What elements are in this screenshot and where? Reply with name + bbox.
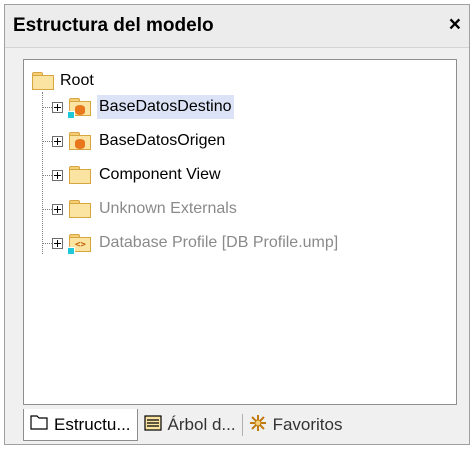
folder-icon [69, 200, 91, 218]
linked-code-folder-icon: <> [67, 234, 91, 255]
tree-item-unknown-externals[interactable]: Unknown Externals [42, 194, 239, 224]
folder-icon [69, 166, 91, 184]
tree-item-label: Component View [99, 166, 221, 183]
tree-item-basedatosdestino[interactable]: BaseDatosDestino [42, 92, 234, 122]
panel-title: Estructura del modelo [13, 15, 214, 36]
folder-icon [32, 72, 54, 90]
tree-item-label: BaseDatosDestino [97, 95, 234, 119]
tree-item-label: Unknown Externals [99, 200, 237, 217]
panel-tab-bar: Estructu... Árbol d... Favoritos [23, 409, 349, 441]
tab-estructura[interactable]: Estructu... [23, 409, 138, 441]
tab-label: Árbol d... [167, 415, 236, 434]
expand-icon[interactable] [52, 169, 63, 181]
expand-icon[interactable] [52, 237, 63, 249]
tree-item-database-profile[interactable]: <> Database Profile [DB Profile.ump] [42, 228, 340, 258]
folder-icon [30, 414, 48, 435]
tree-list-icon [143, 414, 162, 436]
expand-icon[interactable] [52, 203, 63, 215]
tab-label: Favoritos [272, 415, 343, 434]
tab-label: Estructu... [54, 414, 131, 434]
tab-favoritos[interactable]: Favoritos [243, 409, 349, 441]
panel-titlebar: Estructura del modelo × [5, 5, 469, 48]
tree-item-label: Database Profile [DB Profile.ump] [99, 234, 339, 251]
model-tree: Root BaseDatosDestino BaseDatosOrigen Co… [23, 59, 457, 405]
tree-root-label: Root [60, 72, 94, 89]
database-folder-icon [67, 98, 91, 119]
close-icon[interactable]: × [449, 13, 461, 37]
database-folder-icon [69, 132, 91, 150]
tree-item-label: BaseDatosOrigen [99, 132, 226, 149]
expand-icon[interactable] [52, 101, 63, 113]
tree-item-component-view[interactable]: Component View [42, 160, 223, 190]
tree-item-basedatosorigen[interactable]: BaseDatosOrigen [42, 126, 227, 156]
star-icon [249, 414, 267, 437]
tree-root[interactable]: Root [32, 69, 94, 93]
expand-icon[interactable] [52, 135, 63, 147]
model-structure-panel: Estructura del modelo × Root BaseDatosDe… [4, 4, 470, 445]
tab-arbol[interactable]: Árbol d... [138, 409, 242, 441]
